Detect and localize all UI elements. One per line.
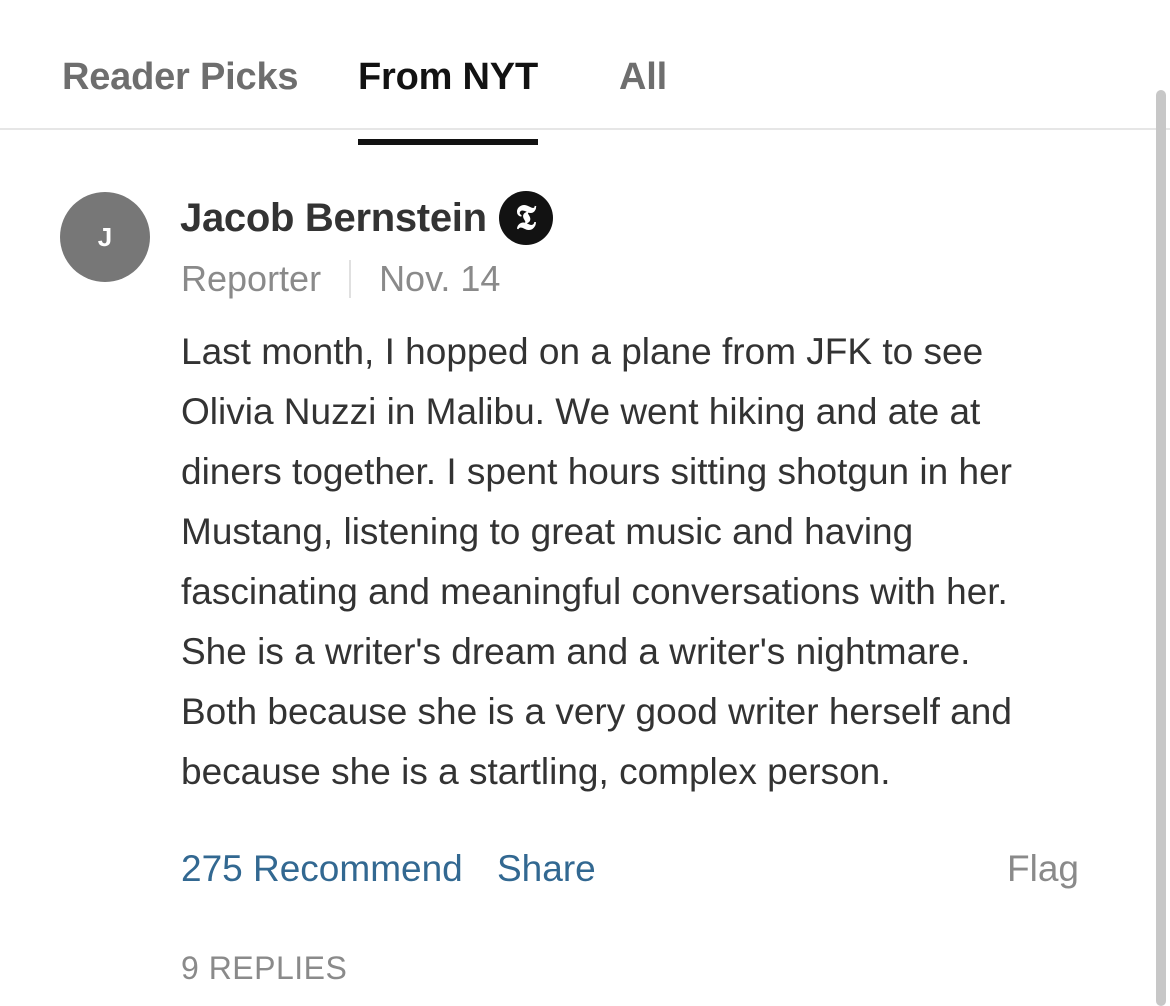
tab-label: Reader Picks — [62, 56, 299, 98]
comment-tabs: Reader Picks From NYT All — [0, 0, 1170, 145]
tab-label: From NYT — [358, 56, 538, 98]
share-button[interactable]: Share — [497, 848, 596, 890]
meta-divider — [349, 260, 352, 298]
nyt-logo-glyph: 𝕿 — [515, 198, 537, 238]
tab-label: All — [619, 56, 667, 98]
scrollbar[interactable] — [1156, 90, 1166, 1006]
comment-actions: 275 Recommend Share Flag — [181, 848, 1081, 898]
tab-reader-picks[interactable]: Reader Picks — [62, 56, 299, 99]
replies-toggle[interactable]: 9 REPLIES — [181, 950, 347, 987]
comment-meta: Reporter Nov. 14 — [181, 258, 500, 300]
flag-button[interactable]: Flag — [1007, 848, 1079, 890]
author-role: Reporter — [181, 258, 322, 299]
recommend-button[interactable]: 275 Recommend — [181, 848, 463, 890]
avatar-initial: J — [97, 221, 113, 252]
comment-date: Nov. 14 — [379, 258, 501, 299]
comments-panel: Reader Picks From NYT All J Jacob Bernst… — [0, 0, 1170, 1006]
active-tab-indicator — [358, 139, 538, 145]
author-name: Jacob Bernstein — [180, 195, 487, 240]
tab-all[interactable]: All — [619, 56, 667, 99]
tab-from-nyt[interactable]: From NYT — [358, 56, 538, 145]
comment-body: Last month, I hopped on a plane from JFK… — [181, 331, 1012, 792]
avatar: J — [60, 192, 150, 282]
comment-header: Jacob Bernstein 𝕿 — [180, 191, 553, 245]
nyt-logo-icon: 𝕿 — [498, 191, 553, 245]
